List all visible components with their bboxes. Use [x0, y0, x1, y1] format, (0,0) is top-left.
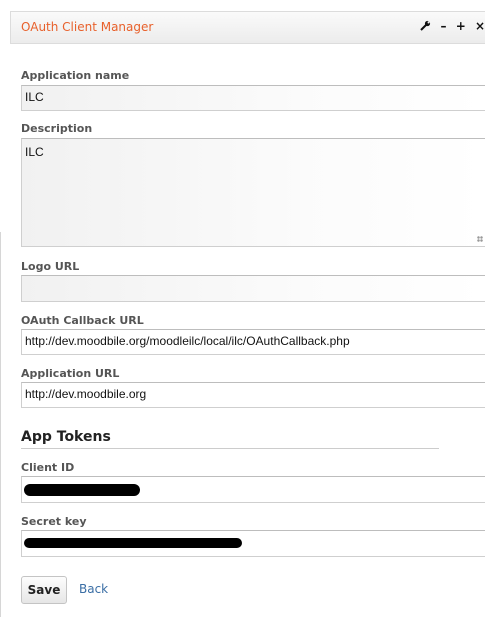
panel-title: OAuth Client Manager — [21, 20, 154, 34]
secret-key-label: Secret key — [21, 515, 87, 528]
client-id-field[interactable] — [21, 476, 485, 503]
description-text: ILC — [25, 145, 44, 159]
application-name-input[interactable]: ILC — [21, 85, 485, 111]
redaction-mark — [24, 538, 242, 548]
close-icon[interactable]: × — [475, 19, 485, 33]
application-name-label: Application name — [21, 69, 130, 82]
application-url-label: Application URL — [21, 367, 120, 380]
app-tokens-heading: App Tokens — [21, 429, 439, 449]
description-textarea[interactable]: ILC — [21, 138, 485, 247]
logo-url-label: Logo URL — [21, 260, 80, 273]
description-label: Description — [21, 122, 93, 135]
resize-grip-icon[interactable] — [477, 236, 483, 242]
left-border — [0, 232, 1, 617]
panel-header: OAuth Client Manager – + × — [10, 11, 485, 44]
application-url-input[interactable]: http://dev.moodbile.org — [21, 382, 485, 408]
minimize-icon[interactable]: – — [441, 19, 447, 33]
client-id-label: Client ID — [21, 461, 75, 474]
logo-url-input[interactable] — [21, 275, 485, 302]
redaction-mark — [24, 484, 140, 496]
callback-url-label: OAuth Callback URL — [21, 314, 144, 327]
expand-icon[interactable]: + — [456, 19, 466, 33]
panel-controls: – + × — [415, 19, 485, 33]
secret-key-field[interactable] — [21, 530, 485, 557]
save-button[interactable]: Save — [21, 576, 67, 604]
wrench-icon[interactable] — [420, 19, 431, 33]
callback-url-input[interactable]: http://dev.moodbile.org/moodleilc/local/… — [21, 329, 485, 355]
back-link[interactable]: Back — [79, 582, 108, 596]
